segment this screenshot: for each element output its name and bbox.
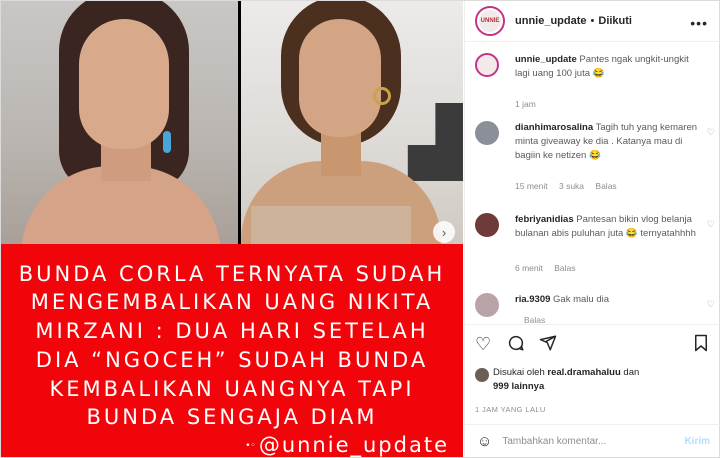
banner-line: BUNDA SENGAJA DIAM [86, 405, 378, 429]
comment-like-icon[interactable]: ♡ [707, 219, 715, 230]
post-timestamp[interactable]: 1 JAM YANG LALU [475, 405, 546, 414]
reply-button[interactable]: Balas [554, 263, 575, 273]
dots-icon: •◦ [245, 441, 256, 451]
comment-username[interactable]: febriyanidias [515, 214, 574, 225]
banner-line: KEMBALIKAN UANGNYA TAPI [49, 377, 415, 401]
avatar[interactable] [475, 53, 499, 77]
comment-like-icon[interactable]: ♡ [707, 299, 715, 310]
comment-text: dianhimarosalina Tagih tuh yang kemaren … [515, 122, 698, 161]
likes-prefix: Disukai oleh [493, 367, 545, 378]
comment-time: 1 jam [515, 99, 536, 109]
post-media[interactable]: › BUNDA CORLA TERNYATA SUDAH MENGEMBALIK… [1, 1, 463, 457]
smiley-icon[interactable]: ☺ [477, 433, 492, 450]
banner-line: DIA “NGOCEH” SUDAH BUNDA [35, 348, 429, 372]
action-bar: ♡ [465, 324, 720, 364]
likes-others[interactable]: 999 lainnya [493, 381, 544, 392]
comment-like-icon[interactable]: ♡ [707, 127, 715, 138]
comment-time: 6 menit [515, 263, 543, 273]
reply-button[interactable]: Balas [524, 315, 545, 324]
post-comment-button[interactable]: Kirim [684, 436, 710, 447]
comment-time: 15 menit [515, 181, 548, 191]
comment-meta: 1 jam [515, 99, 545, 109]
caption-banner: BUNDA CORLA TERNYATA SUDAH MENGEMBALIKAN… [1, 244, 463, 457]
heart-icon[interactable]: ♡ [475, 334, 491, 355]
comment-likes[interactable]: 3 suka [559, 181, 584, 191]
post-header: UNNIE unnie_update • Diikuti ••• [465, 1, 720, 42]
comment-input[interactable] [502, 435, 663, 447]
comment-icon[interactable] [507, 334, 525, 357]
banner-line: BUNDA CORLA TERNYATA SUDAH [18, 262, 446, 286]
add-comment-bar: ☺ Kirim [465, 424, 720, 457]
avatar[interactable] [475, 121, 499, 145]
avatar [475, 368, 489, 382]
comment-text: unnie_update Pantes ngak ungkit-ungkit l… [515, 54, 689, 79]
comment-username[interactable]: dianhimarosalina [515, 122, 593, 133]
likes-conj: dan [623, 367, 640, 378]
banner-handle: •◦ @unnie_update [245, 433, 449, 457]
banner-line: MIRZANI : DUA HARI SETELAH [35, 319, 429, 343]
comment-meta: 15 menit 3 suka Balas [515, 181, 626, 191]
send-icon[interactable] [539, 334, 557, 357]
following-button[interactable]: Diikuti [598, 15, 632, 27]
comments-list[interactable]: unnie_update Pantes ngak ungkit-ungkit l… [465, 43, 720, 324]
likes-summary: Disukai oleh real.dramahaluu dan 999 lai… [475, 366, 715, 394]
photo-right [241, 1, 463, 244]
post-side-panel: UNNIE unnie_update • Diikuti ••• unnie_u… [464, 1, 720, 457]
comment-username[interactable]: unnie_update [515, 54, 577, 65]
separator-dot: • [590, 15, 595, 27]
photo-left [1, 1, 238, 244]
header-username[interactable]: unnie_update [515, 15, 587, 27]
reply-button[interactable]: Balas [595, 181, 616, 191]
more-horizontal-icon[interactable]: ••• [690, 15, 708, 31]
comment-text: ria.9309 Gak malu dia [515, 294, 610, 305]
avatar[interactable] [475, 213, 499, 237]
avatar[interactable] [475, 293, 499, 317]
comment-meta: Balas [515, 315, 554, 324]
comment-text: febriyanidias Pantesan bikin vlog belanj… [515, 214, 696, 239]
banner-line: MENGEMBALIKAN UANG NIKITA [30, 290, 434, 314]
likes-user[interactable]: real.dramahaluu [547, 367, 620, 378]
bookmark-icon[interactable] [693, 334, 709, 357]
chevron-right-icon[interactable]: › [433, 221, 455, 243]
comment-username[interactable]: ria.9309 [515, 294, 550, 305]
avatar[interactable]: UNNIE [475, 6, 505, 36]
comment-meta: 6 menit Balas [515, 263, 585, 273]
